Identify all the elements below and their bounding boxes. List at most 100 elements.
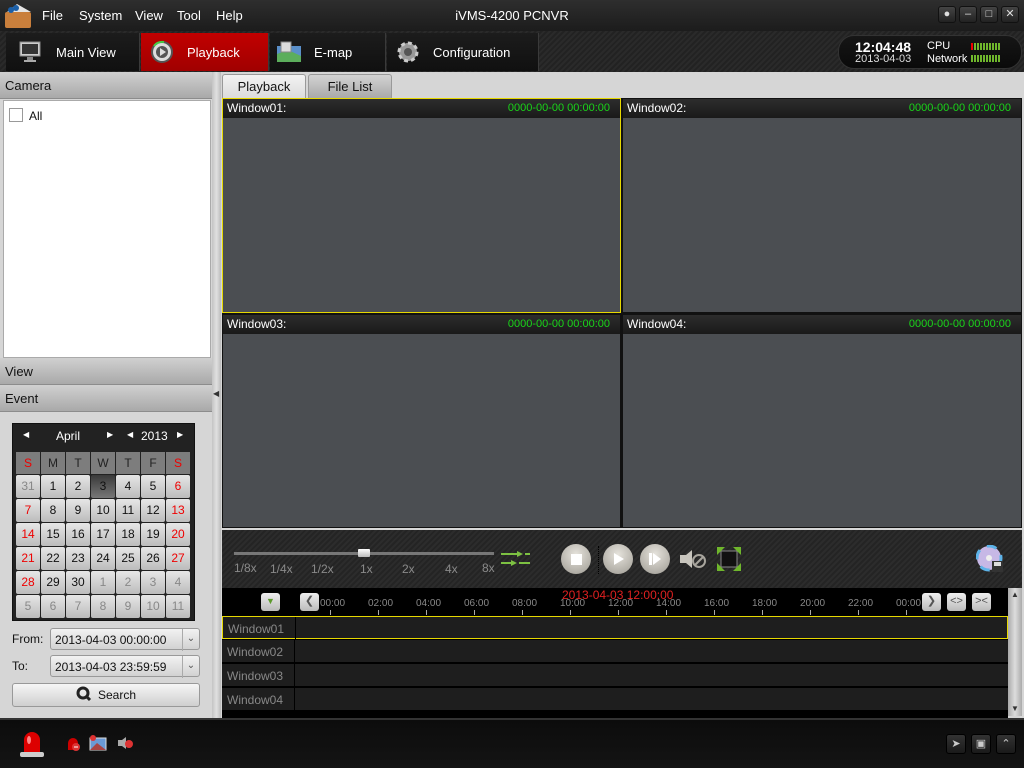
search-button[interactable]: Search — [12, 683, 200, 707]
calendar-day[interactable]: 31 — [16, 475, 40, 498]
pin-button[interactable]: ➤ — [946, 734, 966, 754]
calendar-day[interactable]: 4 — [116, 475, 140, 498]
timeline-scrollbar[interactable]: ▲ ▼ — [1008, 588, 1022, 716]
sync-playback-icon[interactable] — [499, 551, 531, 570]
timeline-zoom-in-button[interactable]: <> — [947, 593, 966, 611]
calendar-day[interactable]: 6 — [41, 595, 65, 618]
stop-button[interactable] — [561, 544, 591, 574]
minimize-button[interactable]: – — [959, 6, 977, 23]
calendar-day[interactable]: 26 — [141, 547, 165, 570]
calendar-day[interactable]: 6 — [166, 475, 190, 498]
timeline-row-window03[interactable]: Window03 — [222, 664, 1008, 687]
fullscreen-icon[interactable] — [716, 546, 742, 575]
calendar-day[interactable]: 5 — [16, 595, 40, 618]
calendar-day[interactable]: 2 — [66, 475, 90, 498]
tab-configuration[interactable]: Configuration — [387, 33, 539, 71]
audio-off-icon[interactable] — [678, 548, 708, 573]
calendar-day[interactable]: 8 — [91, 595, 115, 618]
scroll-up-icon[interactable]: ▲ — [1011, 590, 1019, 599]
tab-emap[interactable]: E-map — [270, 33, 386, 71]
calendar-day[interactable]: 11 — [166, 595, 190, 618]
frame-forward-button[interactable] — [640, 544, 670, 574]
calendar-day[interactable]: 1 — [91, 571, 115, 594]
calendar-day[interactable]: 8 — [41, 499, 65, 522]
from-date-field[interactable]: 2013-04-03 00:00:00 ⌄ — [50, 628, 200, 651]
tab-main-view[interactable]: Main View — [6, 33, 140, 71]
calendar-day[interactable]: 13 — [166, 499, 190, 522]
calendar-day[interactable]: 23 — [66, 547, 90, 570]
timeline-row-window04[interactable]: Window04 — [222, 688, 1008, 711]
calendar-day[interactable]: 4 — [166, 571, 190, 594]
calendar-day[interactable]: 7 — [16, 499, 40, 522]
video-window-2[interactable]: Window02: 0000-00-00 00:00:00 — [622, 98, 1022, 313]
close-button[interactable]: ✕ — [1001, 6, 1019, 23]
calendar-day[interactable]: 28 — [16, 571, 40, 594]
calendar-day[interactable]: 10 — [91, 499, 115, 522]
calendar-day[interactable]: 1 — [41, 475, 65, 498]
camera-section-header[interactable]: Camera — [0, 72, 212, 99]
calendar-day[interactable]: 21 — [16, 547, 40, 570]
video-window-3[interactable]: Window03: 0000-00-00 00:00:00 — [222, 314, 621, 528]
prev-year-button[interactable]: ◀ — [127, 430, 133, 439]
from-dropdown-icon[interactable]: ⌄ — [182, 629, 199, 651]
calendar-day[interactable]: 12 — [141, 499, 165, 522]
event-section-header[interactable]: Event — [0, 385, 212, 412]
calendar-day[interactable]: 29 — [41, 571, 65, 594]
calendar-day[interactable]: 7 — [66, 595, 90, 618]
menu-system[interactable]: System — [79, 8, 122, 23]
alarm-mute-icon[interactable] — [117, 736, 133, 753]
calendar-day[interactable]: 9 — [66, 499, 90, 522]
prev-month-button[interactable]: ◀ — [23, 430, 29, 439]
calendar-day[interactable]: 3 — [91, 475, 115, 498]
tab-playback[interactable]: Playback — [141, 33, 269, 71]
alarm-image-icon[interactable] — [89, 735, 107, 754]
menu-tool[interactable]: Tool — [177, 8, 201, 23]
view-section-header[interactable]: View — [0, 358, 212, 385]
alarm-beacon-icon[interactable] — [18, 728, 46, 761]
expand-up-button[interactable]: ⌃ — [996, 734, 1016, 754]
speed-slider-thumb[interactable] — [358, 549, 370, 557]
calendar-day[interactable]: 18 — [116, 523, 140, 546]
calendar-day[interactable]: 2 — [116, 571, 140, 594]
calendar-day[interactable]: 19 — [141, 523, 165, 546]
subtab-file-list[interactable]: File List — [308, 74, 392, 98]
panel-collapse-handle[interactable]: ◀ — [212, 72, 221, 718]
menu-view[interactable]: View — [135, 8, 163, 23]
save-clip-icon[interactable] — [975, 544, 1004, 576]
to-dropdown-icon[interactable]: ⌄ — [182, 656, 199, 678]
menu-file[interactable]: File — [42, 8, 63, 23]
calendar-day[interactable]: 25 — [116, 547, 140, 570]
play-button[interactable] — [603, 544, 633, 574]
maximize-button[interactable]: □ — [980, 6, 998, 23]
window-restore-button[interactable]: ▣ — [971, 734, 991, 754]
lock-button[interactable]: ● — [938, 6, 956, 23]
calendar-day[interactable]: 17 — [91, 523, 115, 546]
clear-alarm-icon[interactable] — [65, 736, 81, 755]
to-date-field[interactable]: 2013-04-03 23:59:59 ⌄ — [50, 655, 200, 678]
calendar-day[interactable]: 15 — [41, 523, 65, 546]
calendar-day[interactable]: 14 — [16, 523, 40, 546]
calendar-day[interactable]: 3 — [141, 571, 165, 594]
subtab-playback[interactable]: Playback — [222, 74, 306, 98]
calendar-day[interactable]: 20 — [166, 523, 190, 546]
video-window-4[interactable]: Window04: 0000-00-00 00:00:00 — [622, 314, 1022, 528]
calendar-day[interactable]: 30 — [66, 571, 90, 594]
timeline-row-window01[interactable]: Window01 — [222, 616, 1008, 640]
calendar-day[interactable]: 24 — [91, 547, 115, 570]
timeline-ruler[interactable]: 00:00 02:00 04:00 06:00 08:00 10:00 12:00 14:00… — [222, 588, 1008, 616]
video-window-1[interactable]: Window01: 0000-00-00 00:00:00 — [222, 98, 621, 313]
calendar-day[interactable]: 16 — [66, 523, 90, 546]
calendar-day[interactable]: 9 — [116, 595, 140, 618]
all-cameras-checkbox[interactable] — [9, 108, 23, 122]
timeline-next-button[interactable]: ❯ — [922, 593, 941, 611]
calendar-day[interactable]: 11 — [116, 499, 140, 522]
calendar-day[interactable]: 10 — [141, 595, 165, 618]
calendar-day[interactable]: 5 — [141, 475, 165, 498]
timeline-row-window02[interactable]: Window02 — [222, 640, 1008, 663]
scroll-down-icon[interactable]: ▼ — [1011, 704, 1019, 713]
next-month-button[interactable]: ▶ — [107, 430, 113, 439]
timeline-zoom-out-button[interactable]: >< — [972, 593, 991, 611]
next-year-button[interactable]: ▶ — [177, 430, 183, 439]
calendar-day[interactable]: 27 — [166, 547, 190, 570]
calendar-day[interactable]: 22 — [41, 547, 65, 570]
